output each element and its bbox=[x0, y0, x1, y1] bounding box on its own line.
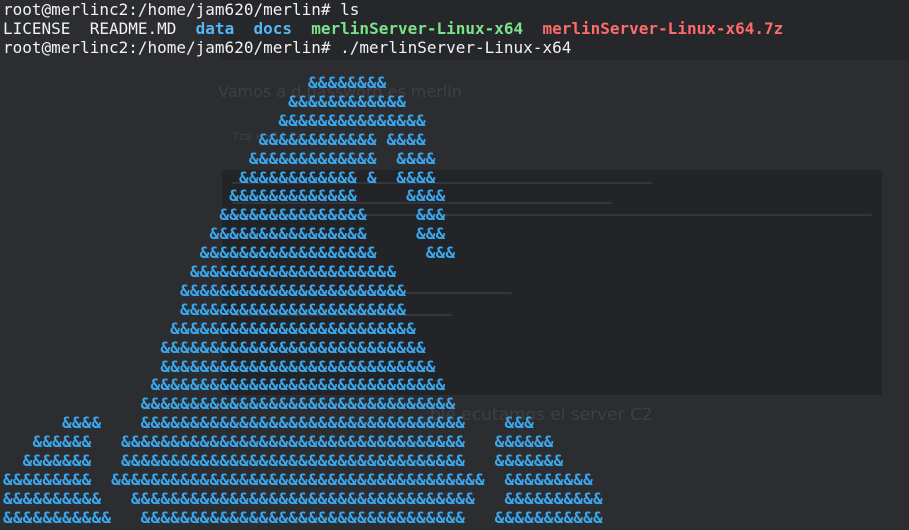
file-readme: README.MD bbox=[89, 19, 177, 38]
terminal-line-ls-output: LICENSE README.MD data docs merlinServer… bbox=[3, 19, 783, 38]
ascii-art-row: &&&&&&&&&&&&&&&&&&&&&&& bbox=[3, 280, 407, 300]
ascii-art-row: &&&&&&&&&&&&&&&&&&&&&&&&& bbox=[3, 318, 416, 338]
shell-prompt: root@merlinc2:/home/jam620/merlin# bbox=[3, 38, 331, 57]
ascii-art-row: &&&&&&&&& &&&&&&&&&&&&&&&&&&&&&&&&&&&&&&… bbox=[3, 469, 593, 489]
ascii-art-row: &&&&&& &&&&&&&&&&&&&&&&&&&&&&&&&&&&&&&&&… bbox=[3, 432, 554, 452]
ascii-art-row: &&&&&&&&&&&& bbox=[3, 91, 407, 111]
directory-data: data bbox=[195, 19, 235, 38]
ascii-art-row: &&&& &&&&&&&&&&&&&&&&&&&&&&&&&&&&&&&&& &… bbox=[3, 413, 534, 433]
ascii-art-row: &&&&&&&&&&&&&&&&&&&&& bbox=[3, 262, 397, 281]
file-license: LICENSE bbox=[3, 19, 71, 38]
ascii-art-row: &&&&&&&&&&& &&&&&&&&&&&&&&&&&&&&&&&&&&&&… bbox=[3, 507, 603, 527]
ascii-art-row: &&&&&&&&&&&&&&&&&&&&&&&&&&&&&&&& bbox=[3, 394, 456, 414]
ascii-art-row: &&&&&&&&&&&&&&&& &&& bbox=[3, 224, 446, 244]
ascii-art-row: &&&&&&&&&&&&&&&&&&&&&&& bbox=[3, 299, 407, 319]
ascii-art-row: &&&&&&&&&&&& &&&& bbox=[3, 129, 426, 149]
ascii-art-row: &&&&&&&&&&&&&&&&&&&&&&&&&&&&&& bbox=[3, 375, 446, 395]
ascii-art-row: &&&&&&&&&&&&&&& &&& bbox=[3, 205, 446, 225]
ascii-art-row: &&&&&&&&&&&&&&&&&& &&& bbox=[3, 243, 456, 263]
ascii-art-row: &&&&&&&&&&&&& &&&& bbox=[3, 186, 446, 206]
shell-command: ls bbox=[330, 0, 360, 19]
terminal-window[interactable]: root@merlinc2:/home/jam620/merlin# ls LI… bbox=[0, 0, 909, 530]
ascii-art-row: &&&&&&& &&&&&&&&&&&&&&&&&&&&&&&&&&&&&&&&… bbox=[3, 451, 564, 470]
ascii-art-row: &&&&&&&&&&&&&&& bbox=[3, 110, 426, 130]
shell-command: ./merlinServer-Linux-x64 bbox=[330, 38, 572, 57]
shell-prompt: root@merlinc2:/home/jam620/merlin# bbox=[3, 0, 331, 19]
terminal-line-ls: root@merlinc2:/home/jam620/merlin# ls bbox=[3, 0, 359, 19]
directory-docs: docs bbox=[253, 19, 292, 38]
file-executable: merlinServer-Linux-x64 bbox=[311, 19, 524, 38]
ascii-art-row: &&&&&&&&&&&&&&&&&&&&&&&&&&&& bbox=[3, 356, 436, 376]
file-archive: merlinServer-Linux-x64.7z bbox=[542, 19, 784, 38]
ascii-art-row: &&&&&&&&&&&&&&&&&&&&&&&&&&& bbox=[3, 337, 426, 357]
terminal-line-run: root@merlinc2:/home/jam620/merlin# ./mer… bbox=[3, 38, 571, 57]
ascii-art-row: &&&&&&&&&&&&& &&&& bbox=[3, 148, 436, 168]
ascii-art-row: &&&&&&&& bbox=[3, 73, 387, 92]
ascii-art-row: &&&&&&&&&&&& & &&&& bbox=[3, 167, 436, 187]
ascii-art-row: &&&&&&&&&& &&&&&&&&&&&&&&&&&&&&&&&&&&&&&… bbox=[3, 488, 603, 508]
